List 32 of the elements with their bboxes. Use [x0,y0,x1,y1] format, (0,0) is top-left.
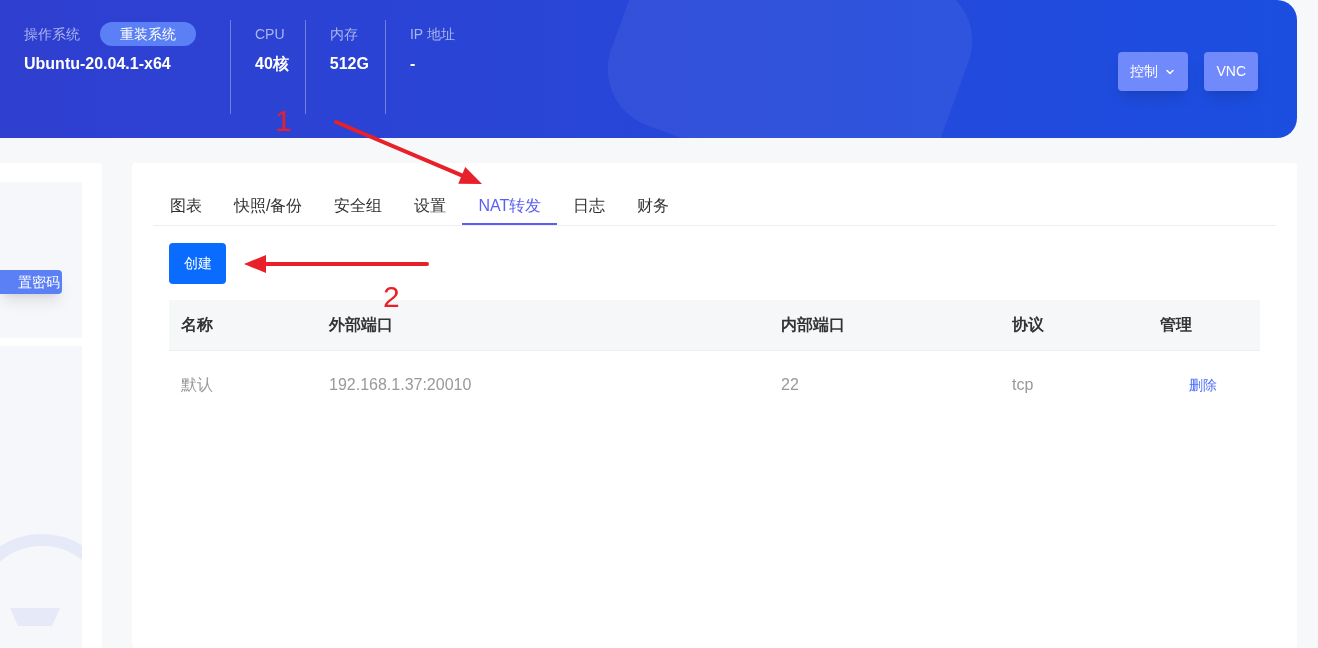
column-header: 名称 [181,316,213,333]
tab[interactable]: 安全组 [318,189,399,225]
tab[interactable]: 日志 [557,189,622,225]
column-header: 外部端口 [329,316,393,333]
stat-value: 40核 [255,54,289,74]
column-header: 管理 [1160,316,1192,333]
os-value: Ubuntu-20.04.1-x64 [24,54,172,74]
create-button[interactable]: 创建 [169,243,226,284]
stat-value: 512G [329,54,369,74]
field-label: IP 地址 [409,25,455,44]
tab[interactable]: NAT转发 [462,189,558,225]
reset-password-button[interactable]: 置密码 [0,270,62,294]
column-header: 协议 [1012,316,1044,333]
column-header: 内部端口 [781,316,845,333]
table-cell: 22 [781,375,799,393]
tab[interactable]: 图表 [154,189,218,225]
table-cell: 192.168.1.37:20010 [329,375,472,393]
field-label: 内存 [329,25,359,44]
field-label: CPU [255,25,286,44]
tab[interactable]: 财务 [621,189,686,225]
tab[interactable]: 设置 [398,189,463,225]
vnc-button[interactable]: VNC [1204,52,1258,91]
delete-link[interactable]: 删除 [1189,376,1217,393]
field-label: 操作系统 [24,24,80,44]
table-cell: 默认 [181,375,213,393]
table-cell: tcp [1012,375,1034,393]
reinstall-button[interactable]: 重装系统 [100,22,196,46]
stat-value: - [409,54,417,74]
tab[interactable]: 快照/备份 [218,189,319,225]
annotation-number: 2 [383,280,400,314]
dropdown-button[interactable]: 控制 [1118,52,1189,91]
annotation-number: 1 [275,104,292,138]
